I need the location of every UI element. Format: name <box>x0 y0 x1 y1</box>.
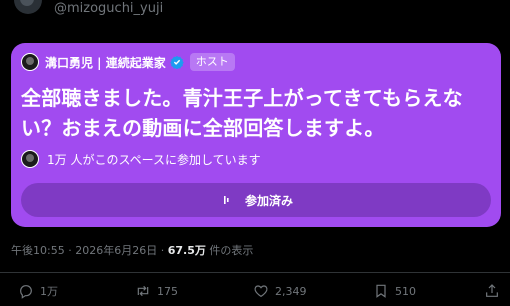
bookmark-button[interactable]: 510 <box>373 283 416 299</box>
like-count: 2,349 <box>275 284 307 298</box>
divider <box>0 272 510 273</box>
repost-icon <box>135 283 151 299</box>
heart-icon <box>253 283 269 299</box>
meta-separator-2: · <box>157 244 168 257</box>
views-count: 67.5万 <box>167 244 206 257</box>
listener-avatar <box>21 150 39 168</box>
host-avatar <box>21 53 39 71</box>
verified-badge-icon <box>169 55 184 69</box>
reply-icon <box>18 283 34 299</box>
space-card[interactable]: 溝口勇児 | 連続起業家 ホスト 全部聴きました。青汁王子上がってきてもらえない… <box>11 43 501 227</box>
author-avatar[interactable] <box>14 0 42 14</box>
share-icon <box>484 283 500 299</box>
space-title: 全部聴きました。青汁王子上がってきてもらえない？おまえの動画に全部回答しますよ。 <box>21 86 463 140</box>
repost-count: 175 <box>157 284 178 298</box>
audio-bars-icon <box>219 193 233 207</box>
listeners-row: 1万 人がこのスペースに参加しています <box>21 149 261 169</box>
space-host-row: 溝口勇児 | 連続起業家 ホスト <box>21 52 235 72</box>
tweet-time[interactable]: 午後10:55 <box>11 244 65 257</box>
share-button[interactable] <box>484 283 500 299</box>
reply-button[interactable]: 1万 <box>18 283 58 299</box>
tweet-date[interactable]: 2026年6月26日 <box>75 244 157 257</box>
reply-count: 1万 <box>40 285 58 298</box>
bookmark-count: 510 <box>395 284 416 298</box>
meta-separator: · <box>64 244 76 257</box>
joined-label: 参加済み <box>244 193 293 208</box>
tweet-meta: 午後10:55 · 2026年6月26日 · 67.5万 件の表示 <box>11 242 253 258</box>
host-badge: ホスト <box>189 53 235 71</box>
repost-button[interactable]: 175 <box>135 283 178 299</box>
author-handle[interactable]: @mizoguchi_yuji <box>54 1 163 16</box>
listeners-count-text: 1万 人がこのスペースに参加しています <box>47 152 261 167</box>
bookmark-icon <box>373 283 389 299</box>
host-name: 溝口勇児 | 連続起業家 <box>45 55 166 70</box>
action-bar: 1万 175 2,349 510 <box>0 283 510 306</box>
joined-button[interactable]: 参加済み <box>21 183 491 217</box>
like-button[interactable]: 2,349 <box>253 283 307 299</box>
tweet-author-row: @mizoguchi_yuji <box>0 0 510 22</box>
views-label: 件の表示 <box>205 244 254 257</box>
